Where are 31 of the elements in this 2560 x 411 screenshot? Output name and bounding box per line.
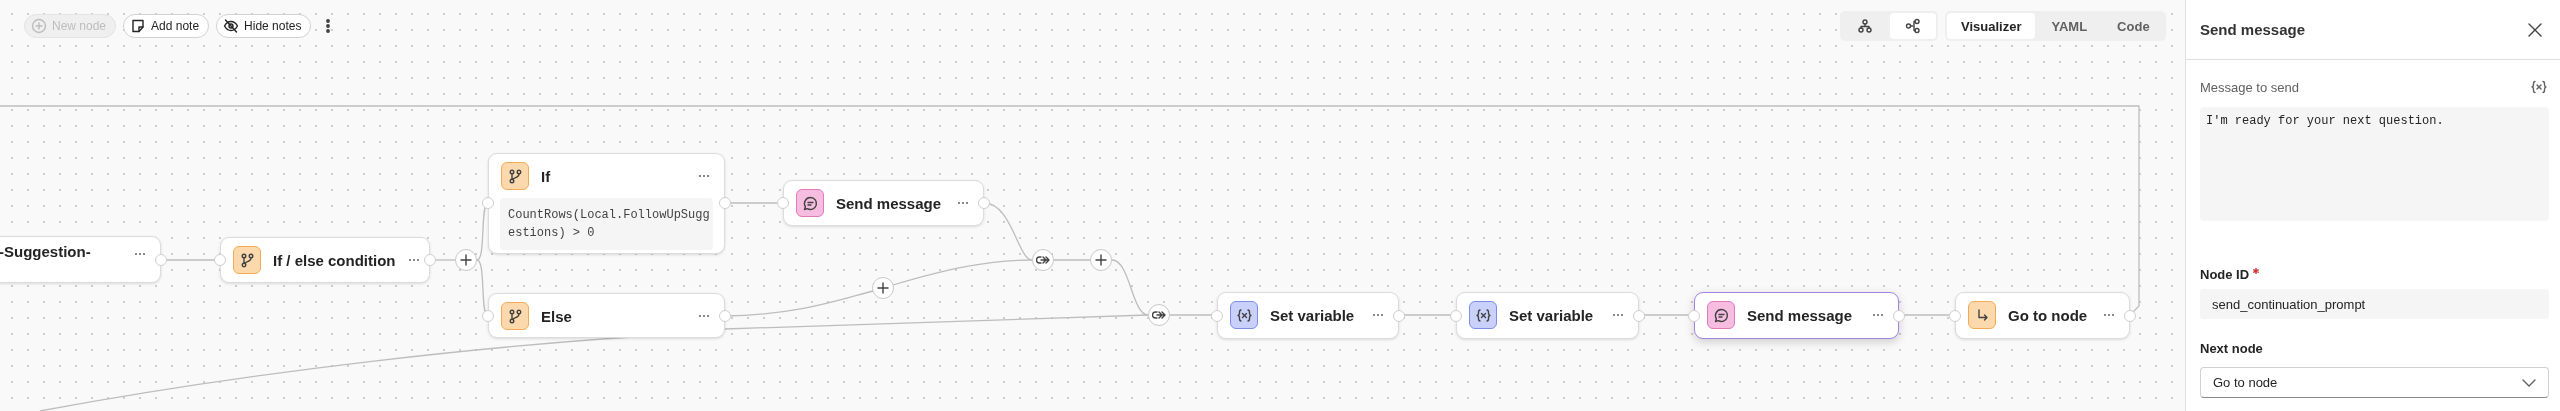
node-title: Send message <box>1747 306 1854 324</box>
node-card[interactable]: Else <box>488 293 725 338</box>
node-card[interactable]: Go to node <box>1955 292 2130 339</box>
node-id-field[interactable]: send_continuation_prompt <box>2200 289 2549 319</box>
node-card[interactable]: Set variable <box>1217 292 1399 339</box>
node-title: If <box>541 167 552 185</box>
toolbar-button[interactable]: Hide notes <box>216 14 312 38</box>
view-tab[interactable]: Code <box>2103 13 2164 39</box>
node-title: Else <box>541 307 573 325</box>
condition-expression: CountRows(Local.FollowUpSuggestions) > 0 <box>500 198 713 250</box>
field-label: Node ID <box>2200 266 2250 282</box>
next-node-dropdown[interactable]: Go to node <box>2200 367 2549 398</box>
node-title: If / else condition <box>273 251 396 269</box>
message-field[interactable]: I'm ready for your next question. <box>2200 107 2549 221</box>
node-card[interactable]: Set variable <box>1456 292 1639 339</box>
node-title: Set variable <box>1270 306 1356 324</box>
node-card[interactable]: Send message <box>783 180 984 226</box>
node-title: Go to node <box>2008 306 2089 324</box>
view-tab[interactable]: YAML <box>2037 13 2102 39</box>
node-card[interactable]: Send message <box>1694 292 1899 339</box>
node-title: -Suggestion- <box>0 243 92 260</box>
node-card[interactable]: -Suggestion- <box>0 236 161 283</box>
toolbar-button[interactable]: Add note <box>123 14 210 38</box>
node-card[interactable]: If CountRows(Local.FollowUpSuggestions) > 0 <box>488 153 725 254</box>
panel-title: Send message <box>2200 21 2306 38</box>
view-tab[interactable]: Visualizer <box>1947 13 2036 39</box>
node-title: Set variable <box>1509 306 1595 324</box>
node-card[interactable]: If / else condition <box>220 237 430 283</box>
field-label: Message to send <box>2200 79 2299 95</box>
node-title: Send message <box>836 194 943 212</box>
field-label: Next node <box>2200 340 2263 356</box>
